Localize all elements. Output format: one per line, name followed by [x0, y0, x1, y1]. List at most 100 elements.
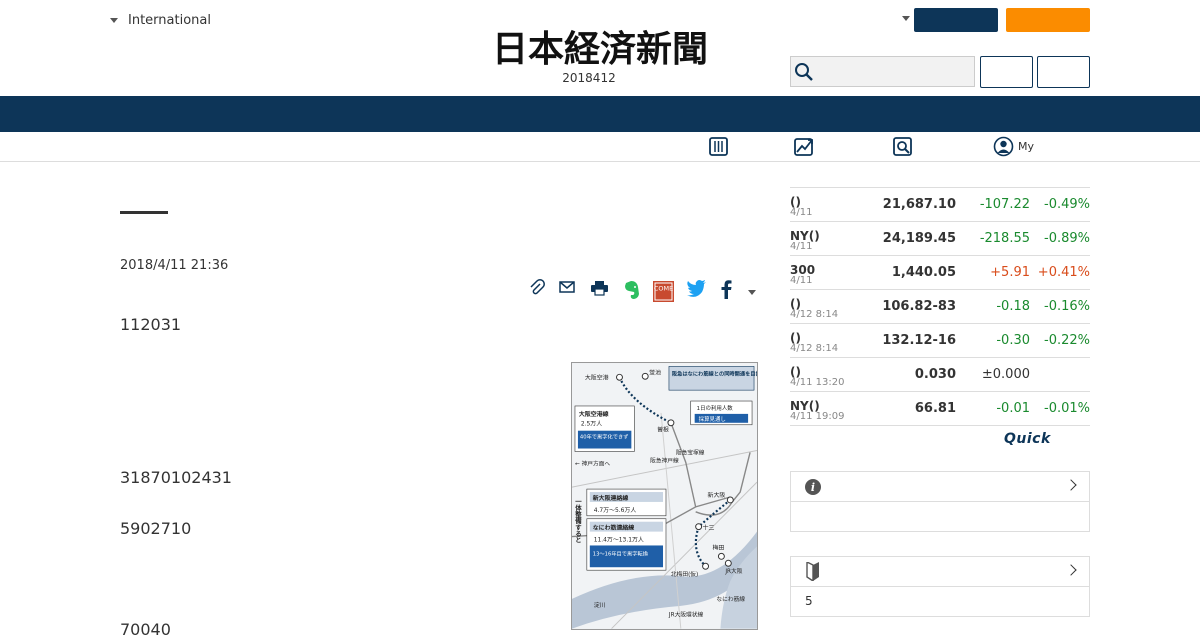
- chevron-down-icon[interactable]: [902, 16, 910, 21]
- market-change: -107.22: [979, 197, 1030, 212]
- map-label: なにわ筋連絡線: [593, 524, 635, 532]
- chevron-right-icon: [1065, 564, 1077, 576]
- map-label: 曽根: [657, 426, 669, 434]
- market-change-pct: -0.49%: [1044, 197, 1090, 212]
- beginner-panel-header[interactable]: [791, 557, 1089, 587]
- beginner-icon: [806, 562, 819, 581]
- map-label: 新大阪: [708, 491, 726, 499]
- map-label: 2.5万人: [581, 421, 602, 428]
- map-label: 13〜16年目で黒字転換: [593, 549, 649, 557]
- map-label: 梅田: [712, 543, 724, 551]
- market-value: 106.82-83: [882, 299, 956, 314]
- map-label: 11.4万〜13.1万人: [594, 537, 644, 544]
- chevron-down-icon[interactable]: [748, 290, 756, 295]
- market-row[interactable]: () 4/12 8:14 106.82-83 -0.18 -0.16%: [790, 290, 1090, 324]
- header-date: 2018412: [562, 71, 616, 85]
- market-value: 24,189.45: [882, 231, 956, 246]
- map-label: 淀川: [594, 601, 606, 609]
- market-value: 0.030: [914, 367, 956, 382]
- map-label: JR大阪環状線: [668, 611, 704, 619]
- map-label: 阪急神戸線: [650, 456, 679, 464]
- user-icon[interactable]: [993, 136, 1014, 157]
- map-label: 大阪空港: [585, 373, 609, 381]
- market-change-pct: +0.41%: [1037, 265, 1090, 280]
- article-paragraph: 5902710: [120, 519, 192, 538]
- info-panel-header[interactable]: i: [791, 472, 1089, 502]
- region-label: International: [128, 12, 211, 28]
- beginner-count: 5: [805, 594, 813, 608]
- map-label: JR大阪: [724, 567, 742, 575]
- beginner-panel: 5: [790, 556, 1090, 617]
- market-change: ±0.000: [981, 367, 1030, 382]
- twitter-icon[interactable]: [686, 279, 707, 297]
- map-label: 1日の利用人数: [697, 404, 734, 412]
- market-change: -0.18: [996, 299, 1030, 314]
- trial-button[interactable]: [1006, 8, 1090, 32]
- article-paragraph: 31870102431: [120, 468, 232, 487]
- my-nikkei-label[interactable]: My: [1018, 140, 1034, 153]
- chevron-down-icon: [110, 17, 118, 23]
- signup-button[interactable]: [1037, 56, 1090, 88]
- info-icon: i: [805, 479, 821, 495]
- come-label: COME: [654, 285, 673, 293]
- map-label: 採算見通し: [699, 415, 726, 423]
- mail-icon[interactable]: [558, 279, 576, 297]
- market-time: 4/11: [790, 275, 813, 286]
- print-icon[interactable]: [590, 279, 609, 297]
- map-label: 一体整備すると: [574, 498, 582, 543]
- clip-icon[interactable]: [528, 279, 546, 297]
- market-time: 4/11 19:09: [790, 411, 845, 422]
- region-dropdown[interactable]: International: [110, 10, 211, 30]
- map-label: 阪急宝塚線: [676, 448, 705, 456]
- svg-text:i: i: [811, 481, 815, 494]
- map-label: 北梅田(仮): [671, 570, 698, 578]
- market-change-pct: -0.16%: [1044, 299, 1090, 314]
- market-change: -0.30: [996, 333, 1030, 348]
- market-row[interactable]: NY() 4/11 19:09 66.81 -0.01 -0.01%: [790, 392, 1090, 426]
- map-label: 40年で黒字化できず: [580, 433, 629, 441]
- market-row[interactable]: NY() 4/11 24,189.45 -218.55 -0.89%: [790, 222, 1090, 256]
- article-paragraph: 112031: [120, 315, 182, 334]
- market-time: 4/11: [790, 207, 813, 218]
- market-time: 4/12 8:14: [790, 309, 839, 320]
- facebook-icon[interactable]: [720, 279, 732, 299]
- chevron-right-icon: [1065, 479, 1077, 491]
- map-label: 大阪空港線: [579, 410, 609, 418]
- market-row[interactable]: () 4/11 21,687.10 -107.22 -0.49%: [790, 188, 1090, 222]
- market-change-pct: -0.01%: [1044, 401, 1090, 416]
- come-icon[interactable]: COME: [653, 281, 674, 302]
- chart-icon[interactable]: [793, 136, 815, 157]
- nikkei-logo[interactable]: 日本経済新聞: [452, 28, 748, 68]
- map-callout: 阪急はなにわ筋線との同時開通を目指す: [672, 369, 758, 377]
- market-row[interactable]: 300 4/11 1,440.05 +5.91 +0.41%: [790, 256, 1090, 290]
- article-date: 2018/4/11 21:36: [120, 258, 229, 273]
- market-time: 4/12 8:14: [790, 343, 839, 354]
- title-underline: [120, 211, 168, 214]
- map-label: なにわ筋線: [716, 595, 745, 603]
- map-label: 蛍池: [649, 368, 661, 376]
- magnifier-icon[interactable]: [892, 136, 913, 157]
- subscribe-button[interactable]: [914, 8, 998, 32]
- route-map-figure[interactable]: 大阪空港 蛍池 阪急はなにわ筋線との同時開通を目指す 1日の利用人数 採算見通し…: [571, 362, 758, 630]
- market-value: 66.81: [914, 401, 956, 416]
- market-change: +5.91: [990, 265, 1030, 280]
- map-label: ← 神戸方面へ: [575, 459, 610, 467]
- quick-logo[interactable]: Quick: [1004, 431, 1051, 447]
- search-icon[interactable]: [794, 62, 814, 82]
- map-label: 十三: [703, 524, 715, 532]
- search-input[interactable]: [790, 56, 975, 87]
- market-table: () 4/11 21,687.10 -107.22 -0.49% NY() 4/11 24,1…: [790, 187, 1090, 426]
- login-button[interactable]: [980, 56, 1033, 88]
- market-value: 132.12-16: [882, 333, 956, 348]
- map-label: 4.7万〜5.6万人: [594, 507, 637, 514]
- market-change-pct: -0.89%: [1044, 231, 1090, 246]
- market-change: -218.55: [979, 231, 1030, 246]
- newspaper-icon[interactable]: [708, 136, 729, 157]
- map-label: 新大阪連絡線: [593, 494, 629, 502]
- market-row[interactable]: () 4/12 8:14 132.12-16 -0.30 -0.22%: [790, 324, 1090, 358]
- market-time: 4/11: [790, 241, 813, 252]
- market-row[interactable]: () 4/11 13:20 0.030 ±0.000: [790, 358, 1090, 392]
- logo-text: 日本経済新聞: [492, 28, 708, 68]
- evernote-icon[interactable]: [622, 279, 642, 301]
- market-value: 1,440.05: [891, 265, 956, 280]
